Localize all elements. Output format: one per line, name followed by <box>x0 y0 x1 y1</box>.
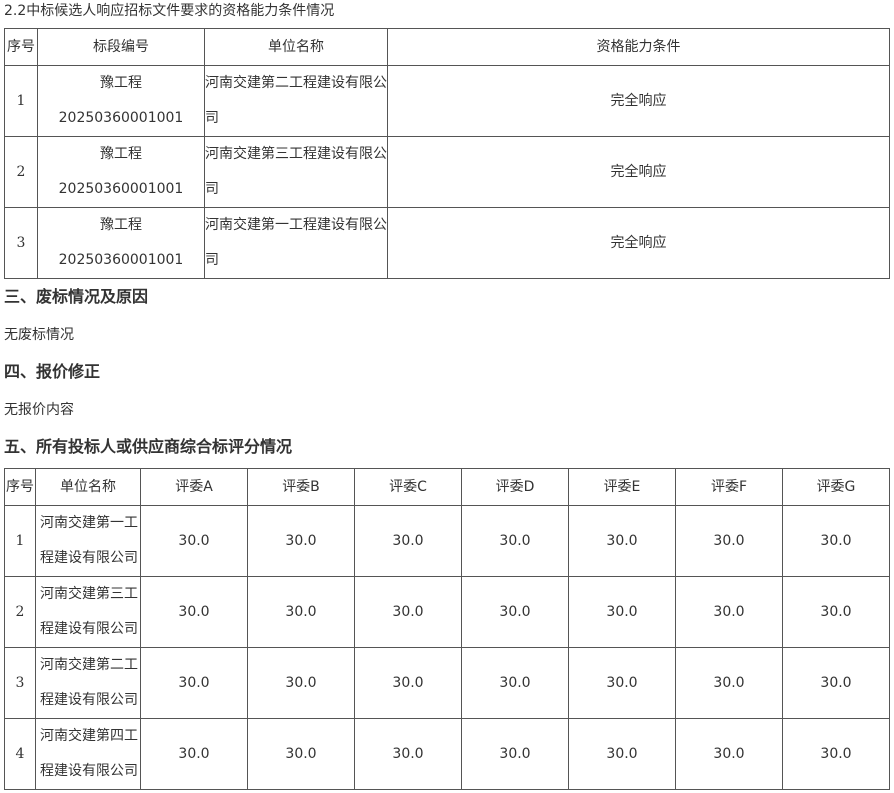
section-3-text: 无废标情况 <box>4 327 74 343</box>
header-cell: 序号 <box>4 28 38 66</box>
score-cell: 30.0 <box>140 505 248 577</box>
company-name: 河南交建第一工程建设有限公司 <box>204 207 388 279</box>
row-number: 3 <box>4 207 38 279</box>
header-cell: 单位名称 <box>35 468 141 506</box>
score-cell: 30.0 <box>675 505 783 577</box>
header-cell: 标段编号 <box>37 28 205 66</box>
score-cell: 30.0 <box>247 647 355 719</box>
score-cell: 30.0 <box>782 647 890 719</box>
row-number: 2 <box>4 136 38 208</box>
header-cell: 评委B <box>247 468 355 506</box>
section-code: 豫工程20250360001001 <box>37 207 205 279</box>
header-cell: 评委C <box>354 468 462 506</box>
table-row: 1 豫工程20250360001001 河南交建第二工程建设有限公司 完全响应 <box>4 65 890 137</box>
score-cell: 30.0 <box>354 505 462 577</box>
qualification-status: 完全响应 <box>387 65 890 137</box>
company-name: 河南交建第二工程建设有限公司 <box>35 647 141 719</box>
header-cell: 评委F <box>675 468 783 506</box>
score-table: 序号 单位名称 评委A 评委B 评委C 评委D 评委E 评委F 评委G 1 河南… <box>4 468 890 790</box>
row-number: 1 <box>4 505 36 577</box>
qualification-table: 序号 标段编号 单位名称 资格能力条件 1 豫工程20250360001001 … <box>4 28 890 279</box>
company-name: 河南交建第三工程建设有限公司 <box>204 136 388 208</box>
score-cell: 30.0 <box>461 505 569 577</box>
qualification-header-row: 序号 标段编号 单位名称 资格能力条件 <box>4 28 890 66</box>
header-cell: 单位名称 <box>204 28 388 66</box>
score-cell: 30.0 <box>140 647 248 719</box>
company-name: 河南交建第四工程建设有限公司 <box>35 718 141 790</box>
score-cell: 30.0 <box>354 647 462 719</box>
score-cell: 30.0 <box>354 576 462 648</box>
score-cell: 30.0 <box>675 576 783 648</box>
score-cell: 30.0 <box>675 718 783 790</box>
header-cell: 评委D <box>461 468 569 506</box>
section-4-text: 无报价内容 <box>4 402 74 418</box>
company-name: 河南交建第三工程建设有限公司 <box>35 576 141 648</box>
score-cell: 30.0 <box>140 576 248 648</box>
qualification-status: 完全响应 <box>387 136 890 208</box>
document-page: 2.2中标候选人响应招标文件要求的资格能力条件情况 序号 标段编号 单位名称 资… <box>0 0 894 793</box>
score-cell: 30.0 <box>140 718 248 790</box>
score-cell: 30.0 <box>247 505 355 577</box>
section-code: 豫工程20250360001001 <box>37 136 205 208</box>
header-cell: 序号 <box>4 468 36 506</box>
score-cell: 30.0 <box>354 718 462 790</box>
score-cell: 30.0 <box>461 576 569 648</box>
section-code: 豫工程20250360001001 <box>37 65 205 137</box>
row-number: 2 <box>4 576 36 648</box>
score-cell: 30.0 <box>568 647 676 719</box>
table-row: 2 河南交建第三工程建设有限公司 30.0 30.0 30.0 30.0 30.… <box>4 576 890 648</box>
qualification-caption: 2.2中标候选人响应招标文件要求的资格能力条件情况 <box>4 3 335 19</box>
row-number: 4 <box>4 718 36 790</box>
score-cell: 30.0 <box>247 718 355 790</box>
section-3-heading: 三、废标情况及原因 <box>4 287 149 306</box>
header-cell: 资格能力条件 <box>387 28 890 66</box>
header-cell: 评委A <box>140 468 248 506</box>
row-number: 1 <box>4 65 38 137</box>
company-name: 河南交建第一工程建设有限公司 <box>35 505 141 577</box>
section-4-heading: 四、报价修正 <box>4 362 101 381</box>
score-cell: 30.0 <box>568 576 676 648</box>
score-cell: 30.0 <box>782 718 890 790</box>
table-row: 1 河南交建第一工程建设有限公司 30.0 30.0 30.0 30.0 30.… <box>4 505 890 577</box>
score-cell: 30.0 <box>782 576 890 648</box>
score-cell: 30.0 <box>782 505 890 577</box>
score-cell: 30.0 <box>247 576 355 648</box>
qualification-status: 完全响应 <box>387 207 890 279</box>
table-row: 3 豫工程20250360001001 河南交建第一工程建设有限公司 完全响应 <box>4 207 890 279</box>
table-row: 4 河南交建第四工程建设有限公司 30.0 30.0 30.0 30.0 30.… <box>4 718 890 790</box>
row-number: 3 <box>4 647 36 719</box>
score-header-row: 序号 单位名称 评委A 评委B 评委C 评委D 评委E 评委F 评委G <box>4 468 890 506</box>
section-5-heading: 五、所有投标人或供应商综合标评分情况 <box>4 437 293 456</box>
score-cell: 30.0 <box>675 647 783 719</box>
score-cell: 30.0 <box>461 718 569 790</box>
score-cell: 30.0 <box>568 505 676 577</box>
header-cell: 评委G <box>782 468 890 506</box>
table-row: 3 河南交建第二工程建设有限公司 30.0 30.0 30.0 30.0 30.… <box>4 647 890 719</box>
company-name: 河南交建第二工程建设有限公司 <box>204 65 388 137</box>
header-cell: 评委E <box>568 468 676 506</box>
table-row: 2 豫工程20250360001001 河南交建第三工程建设有限公司 完全响应 <box>4 136 890 208</box>
score-cell: 30.0 <box>461 647 569 719</box>
score-cell: 30.0 <box>568 718 676 790</box>
